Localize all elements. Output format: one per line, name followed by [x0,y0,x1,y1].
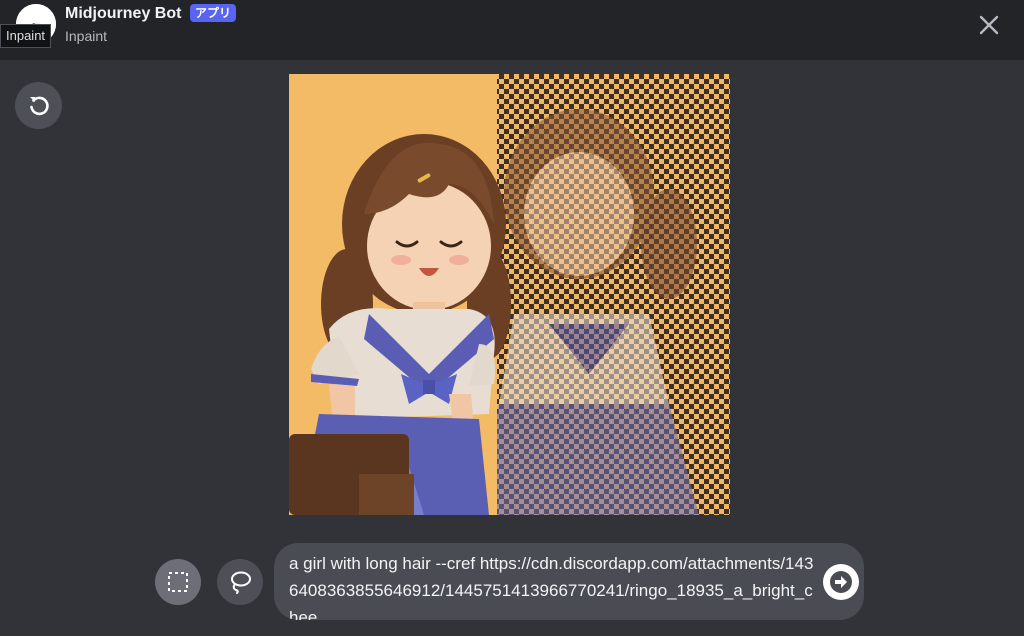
mode-subtitle: Inpaint [65,28,108,44]
lasso-icon [231,571,251,594]
rectangle-select-icon [168,572,188,592]
rectangle-select-button[interactable] [155,559,201,605]
header-bar: Midjourney Bot アプリ Inpaint Inpaint [0,0,1024,60]
inpaint-editor: Midjourney Bot アプリ Inpaint Inpaint a gir… [0,0,1024,636]
bot-name[interactable]: Midjourney Bot [65,5,181,23]
inpaint-canvas[interactable] [289,74,730,515]
prompt-input[interactable]: a girl with long hair --cref https://cdn… [289,550,819,620]
undo-icon [29,96,49,115]
inpaint-tooltip: Inpaint [0,24,52,48]
prompt-input-box[interactable]: a girl with long hair --cref https://cdn… [274,543,864,620]
lasso-button[interactable] [217,559,263,605]
close-icon [979,15,999,35]
send-arrow-icon [830,571,852,593]
image-preview [289,74,730,515]
close-button[interactable] [972,8,1006,42]
reset-button[interactable] [15,82,62,129]
send-button[interactable] [823,564,859,600]
app-badge: アプリ [190,4,237,22]
